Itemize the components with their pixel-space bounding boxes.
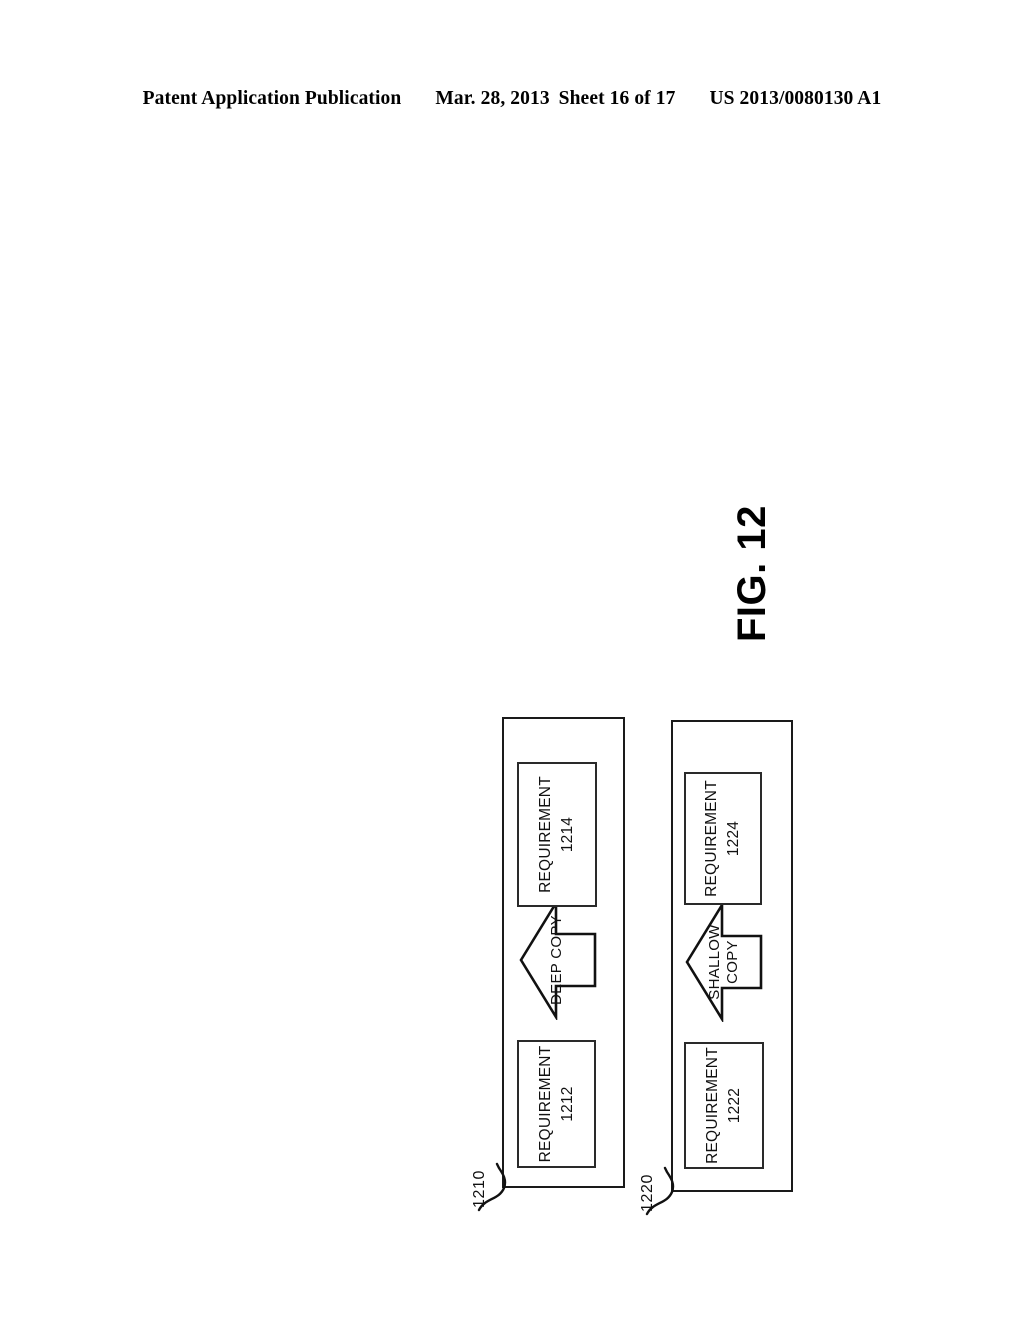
header-publication-label: Patent Application Publication [142, 88, 402, 109]
requirement-box-1224: REQUIREMENT 1224 [684, 772, 762, 905]
requirement-box-1212-number: 1212 [558, 1086, 576, 1122]
reference-callout-1220: 1220 [639, 1138, 685, 1248]
figure-drawing-area: 1210 REQUIREMENT 1212 DEEP COPY REQUIREM… [232, 242, 793, 1216]
header-publication-number: US 2013/0080130 A1 [709, 88, 882, 109]
reference-number-1210: 1210 [471, 1170, 488, 1208]
header-sheet-label: Sheet 16 of 17 [558, 88, 676, 109]
requirement-box-1212-title: REQUIREMENT [536, 1045, 554, 1163]
requirement-box-1214: REQUIREMENT 1214 [517, 762, 597, 907]
figure-caption: FIG. 12 [730, 505, 774, 642]
requirement-box-1222: REQUIREMENT 1222 [684, 1042, 764, 1169]
requirement-box-1214-title: REQUIREMENT [537, 776, 554, 893]
requirement-box-1222-number: 1222 [726, 1087, 743, 1124]
requirement-box-1224-title: REQUIREMENT [703, 780, 720, 897]
deep-copy-arrow: DEEP COPY [518, 900, 598, 1020]
page-running-header: Patent Application Publication Mar. 28, … [0, 88, 1024, 114]
reference-number-1220: 1220 [639, 1174, 656, 1212]
requirement-box-1212: REQUIREMENT 1212 [517, 1040, 596, 1168]
requirement-box-1214-number: 1214 [559, 816, 576, 853]
shallow-copy-arrow: SHALLOW COPY [684, 902, 764, 1022]
requirement-box-1224-number: 1224 [725, 820, 742, 857]
requirement-box-1222-title: REQUIREMENT [704, 1047, 721, 1164]
reference-callout-1210: 1210 [471, 1134, 517, 1244]
header-date-label: Mar. 28, 2013 [435, 88, 550, 109]
